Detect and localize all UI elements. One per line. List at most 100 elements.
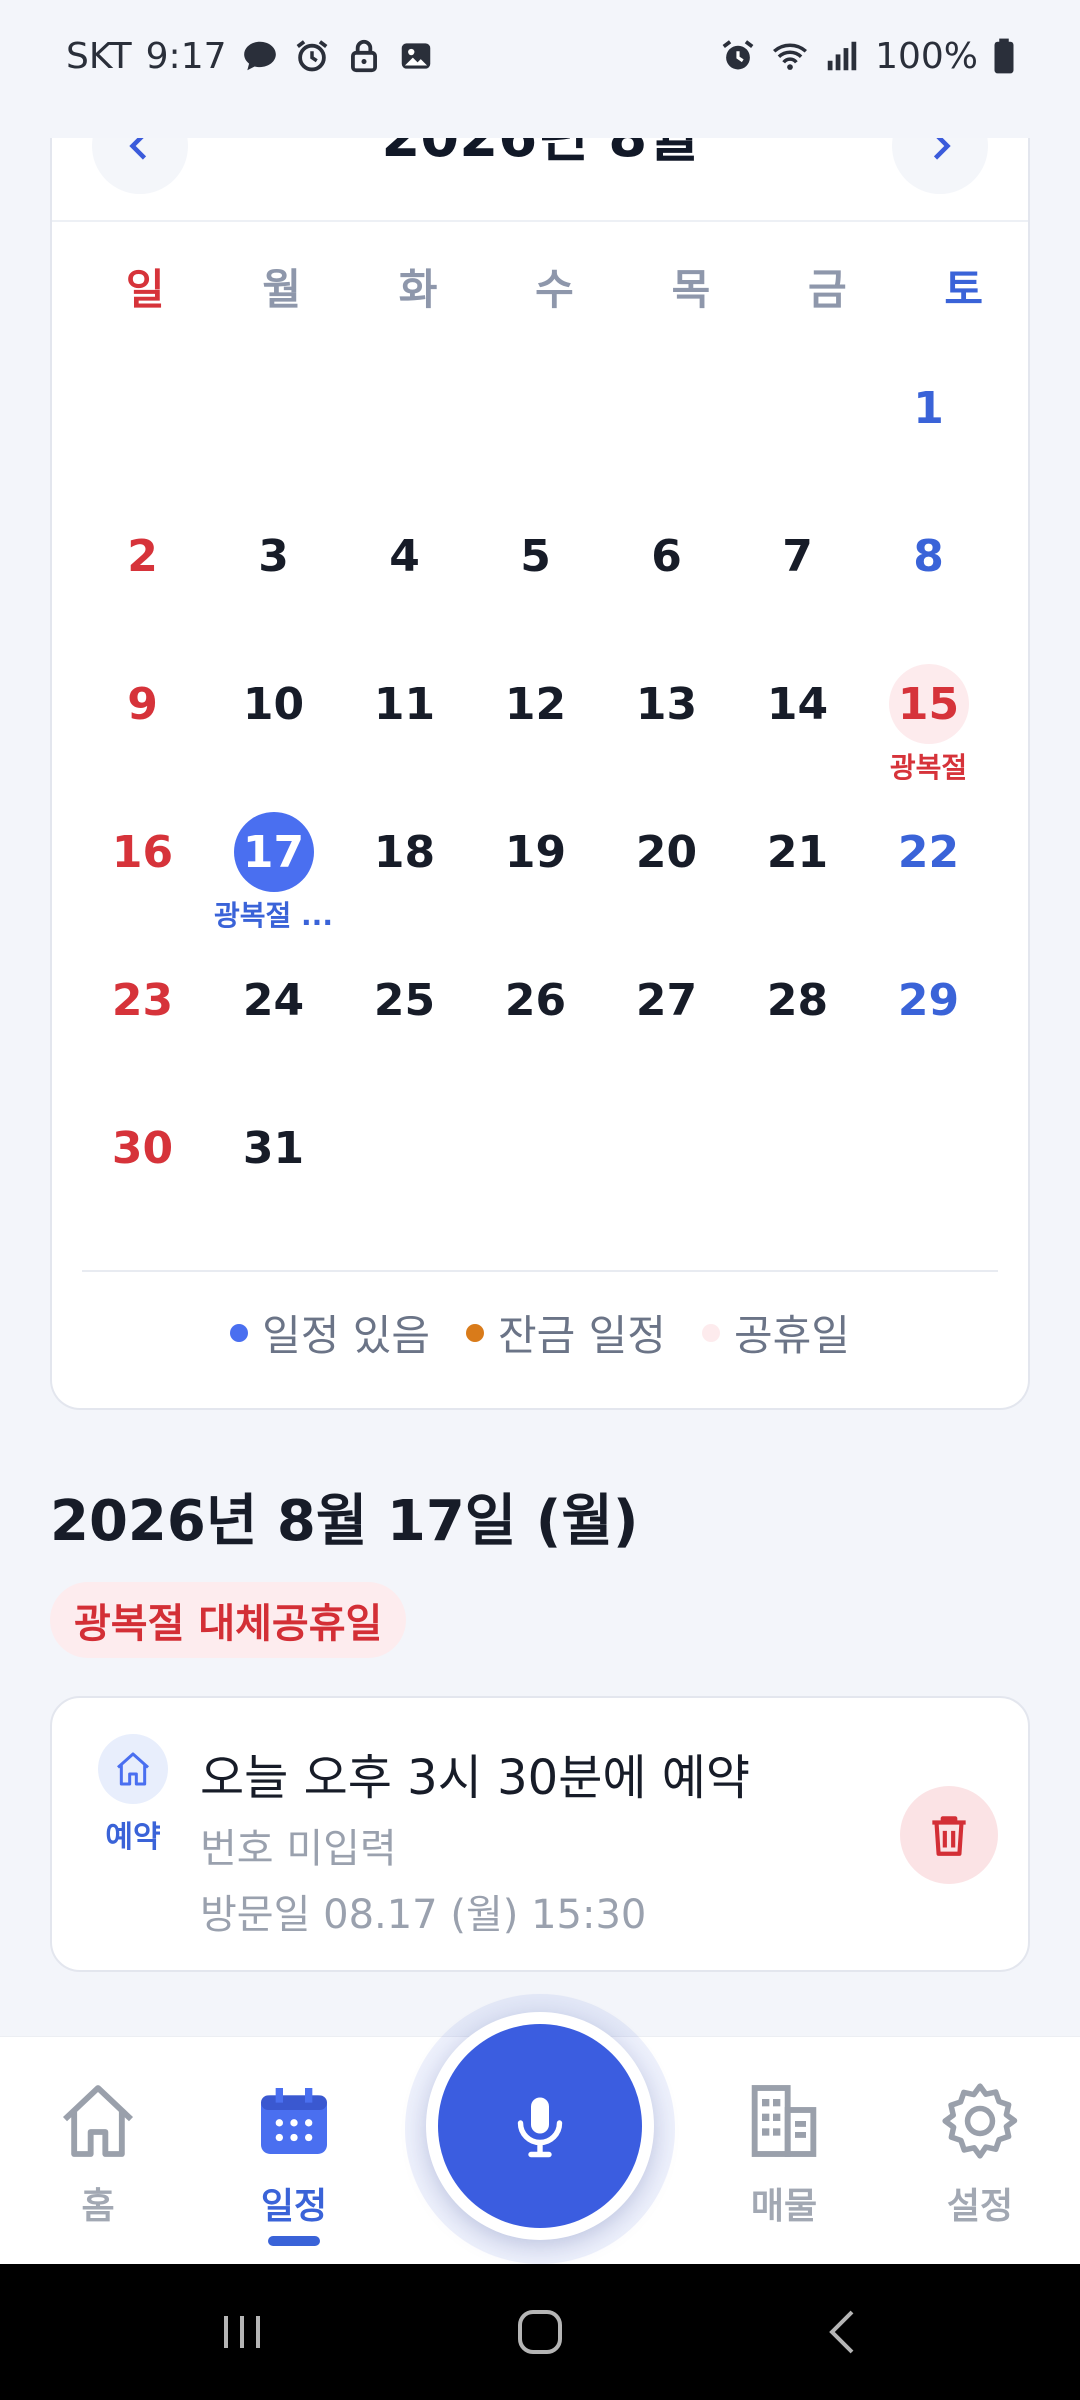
calendar-day[interactable]: 1 (863, 348, 994, 496)
weekday-thu: 목 (671, 265, 711, 314)
calendar-day[interactable]: 7 (732, 496, 863, 644)
day-number: 3 (258, 530, 289, 582)
home-system-button[interactable] (510, 2304, 570, 2360)
nav-listings[interactable]: 매물 (714, 2077, 854, 2229)
nav-label: 설정 (946, 2186, 1014, 2227)
calendar-day[interactable]: 19 (470, 792, 601, 940)
trash-icon (932, 1816, 966, 1856)
voice-input-inner (438, 2024, 642, 2228)
calendar-day[interactable]: 21 (732, 792, 863, 940)
legend-label: 공휴일 (733, 1311, 850, 1360)
calendar-day[interactable]: 18 (339, 792, 470, 940)
calendar-day[interactable]: 13 (601, 644, 732, 792)
legend-label: 잔금 일정 (498, 1311, 666, 1360)
day-number: 20 (635, 826, 698, 878)
day-number: 29 (897, 974, 960, 1026)
day-number: 15 (888, 664, 969, 744)
weekday-sat: 토 (944, 265, 984, 314)
calendar-day[interactable]: 2 (77, 496, 208, 644)
calendar-day[interactable]: 8 (863, 496, 994, 644)
delete-event-button[interactable] (900, 1786, 998, 1884)
calendar-day-empty (339, 348, 470, 496)
weekday-fri: 금 (808, 265, 847, 314)
nav-settings[interactable]: 설정 (910, 2077, 1050, 2229)
calendar-day[interactable]: 5 (470, 496, 601, 644)
calendar-month-title: 2026년 8월 (52, 138, 1028, 173)
gear-icon (942, 2083, 1018, 2159)
calendar-day[interactable]: 24 (208, 940, 339, 1088)
event-type: 예약 (98, 1734, 168, 1856)
next-month-button[interactable] (892, 138, 988, 194)
day-number: 28 (766, 974, 829, 1026)
calendar-day[interactable]: 26 (470, 940, 601, 1088)
weekday-mon: 월 (262, 265, 301, 314)
day-number: 26 (504, 974, 567, 1026)
calendar-day[interactable]: 27 (601, 940, 732, 1088)
calendar-day[interactable]: 3 (208, 496, 339, 644)
calendar-day[interactable]: 10 (208, 644, 339, 792)
recent-apps-button[interactable] (212, 2304, 272, 2360)
nav-label: 매물 (750, 2186, 818, 2227)
day-number: 31 (242, 1122, 305, 1174)
back-button[interactable] (814, 2304, 874, 2360)
calendar-day-selected[interactable]: 17 광복절 ... (208, 792, 339, 940)
day-number: 22 (897, 826, 960, 878)
calendar-day[interactable]: 4 (339, 496, 470, 644)
calendar-day[interactable]: 23 (77, 940, 208, 1088)
calendar-week: 2 3 4 5 6 7 8 (77, 496, 1007, 644)
event-title: 오늘 오후 3시 30분에 예약 (200, 1750, 751, 1806)
calendar-icon (261, 2088, 327, 2154)
voice-input-button[interactable] (426, 2012, 654, 2240)
calendar-day[interactable]: 20 (601, 792, 732, 940)
wifi-icon (771, 37, 809, 75)
calendar-week: 23 24 25 26 27 28 29 (77, 940, 1007, 1088)
event-card[interactable]: 예약 오늘 오후 3시 30분에 예약 번호 미입력 방문일 08.17 (월)… (50, 1696, 1030, 1972)
day-number: 18 (373, 826, 436, 878)
weekday-header: 일 월 화 수 목 금 토 (52, 256, 1028, 317)
calendar-day[interactable]: 22 (863, 792, 994, 940)
calendar-day-empty (470, 348, 601, 496)
calendar-day[interactable]: 29 (863, 940, 994, 1088)
calendar-day[interactable]: 11 (339, 644, 470, 792)
calendar-day[interactable]: 28 (732, 940, 863, 1088)
legend-divider (82, 1270, 998, 1272)
day-number: 16 (111, 826, 174, 878)
legend-dot-scheduled (230, 1323, 249, 1342)
day-number: 21 (766, 826, 829, 878)
day-number: 8 (913, 530, 944, 582)
status-left: SKT 9:17 (66, 36, 435, 77)
day-number: 9 (127, 678, 158, 730)
alarm-icon (719, 37, 757, 75)
day-number: 19 (504, 826, 567, 878)
selected-date-heading: 2026년 8월 17일 (월) (50, 1489, 639, 1554)
legend-dot-balance (466, 1323, 485, 1342)
day-number: 30 (111, 1122, 174, 1174)
calendar-day[interactable]: 12 (470, 644, 601, 792)
clock: 9:17 (145, 35, 227, 77)
signal-icon (823, 37, 861, 75)
holiday-label: 광복절 (889, 751, 968, 784)
calendar-day[interactable]: 25 (339, 940, 470, 1088)
nav-label: 일정 (260, 2186, 328, 2227)
house-icon (98, 1734, 168, 1804)
legend-item-balance: 잔금 일정 (466, 1302, 666, 1363)
calendar-day[interactable]: 6 (601, 496, 732, 644)
nav-home[interactable]: 홈 (28, 2077, 168, 2229)
calendar-day[interactable]: 14 (732, 644, 863, 792)
event-phone: 번호 미입력 (200, 1826, 397, 1872)
calendar-day[interactable]: 31 (208, 1088, 339, 1236)
calendar-card: 2026년 8월 일 월 화 수 목 금 토 1 2 3 4 5 6 (50, 138, 1030, 1410)
carrier: SKT (66, 35, 132, 77)
calendar-legend: 일정 있음 잔금 일정 공휴일 (52, 1302, 1028, 1363)
battery-icon (992, 37, 1016, 75)
calendar-day[interactable]: 16 (77, 792, 208, 940)
back-icon (829, 2310, 854, 2354)
day-number: 12 (504, 678, 567, 730)
nav-schedule[interactable]: 일정 (224, 2077, 364, 2229)
calendar-day[interactable]: 30 (77, 1088, 208, 1236)
day-number: 23 (111, 974, 174, 1026)
lock-icon (345, 37, 383, 75)
event-label: 광복절 ... (214, 899, 333, 932)
calendar-day-holiday[interactable]: 15 광복절 (863, 644, 994, 792)
calendar-day[interactable]: 9 (77, 644, 208, 792)
